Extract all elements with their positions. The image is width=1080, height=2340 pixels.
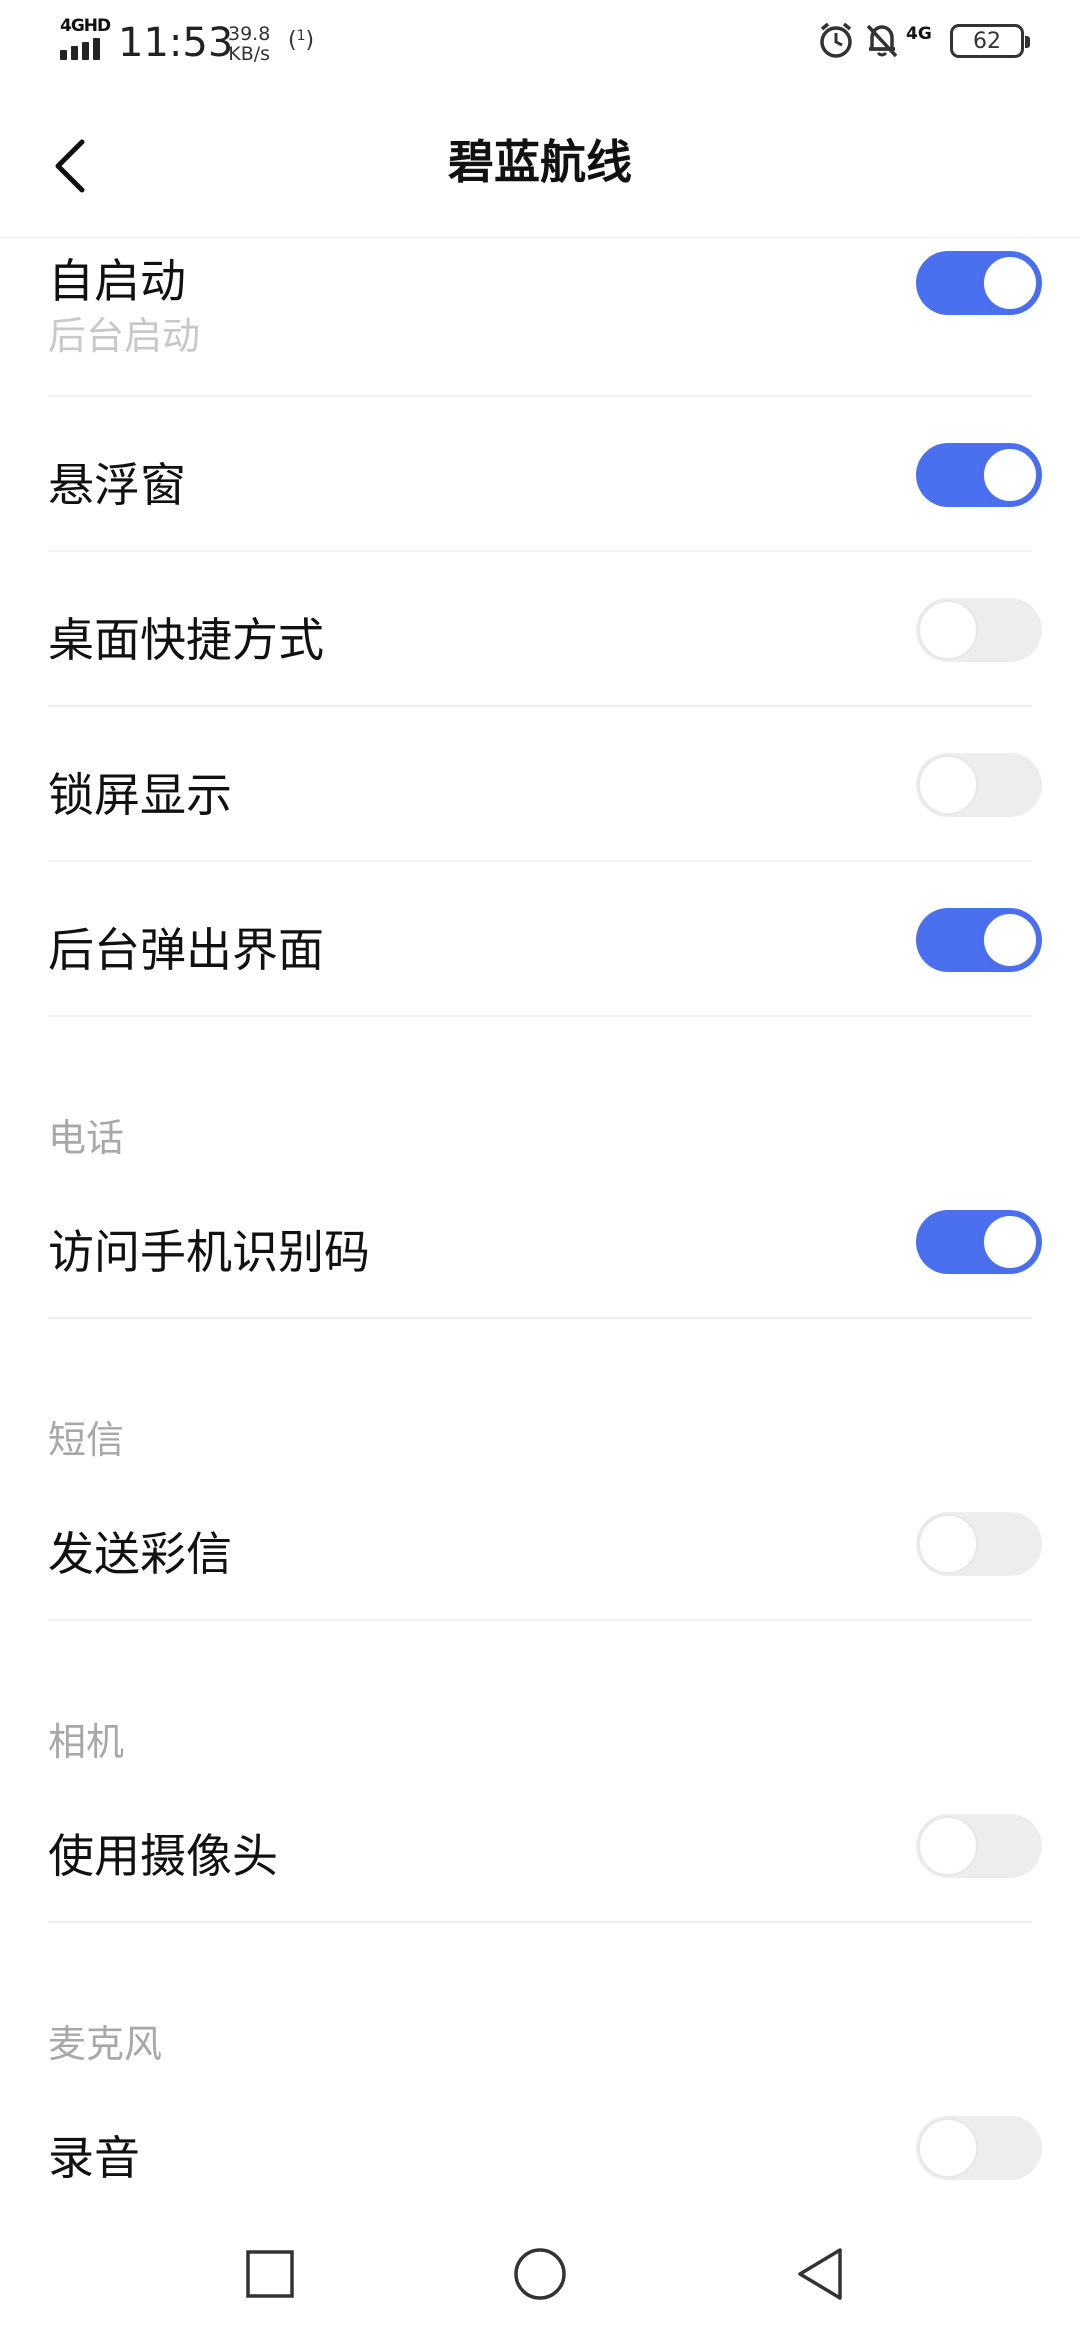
toggle-knob xyxy=(981,911,1039,969)
network-speed-unit: KB/s xyxy=(228,43,271,65)
row-floating-window: 悬浮窗 xyxy=(48,397,1042,552)
alarm-icon xyxy=(820,22,852,58)
section-sms: 短信 xyxy=(48,1319,1080,1466)
record-audio-toggle[interactable] xyxy=(916,2116,1042,2180)
auto-start-toggle[interactable] xyxy=(916,251,1042,315)
clock: 11:53 xyxy=(118,20,234,66)
section-title: 麦克风 xyxy=(48,2022,163,2066)
network-speed: 39.8 KB/s xyxy=(228,24,270,64)
send-mms-toggle[interactable] xyxy=(916,1512,1042,1576)
section-title: 相机 xyxy=(48,1720,125,1764)
toggle-knob xyxy=(919,2119,977,2177)
row-title: 使用摄像头 xyxy=(48,1829,278,1883)
toggle-knob xyxy=(919,756,977,814)
row-title: 后台弹出界面 xyxy=(48,923,324,977)
toggle-knob xyxy=(981,446,1039,504)
toggle-knob xyxy=(981,254,1039,312)
toggle-knob xyxy=(919,601,977,659)
toggle-knob xyxy=(919,1817,977,1875)
header: 碧蓝航线 xyxy=(0,84,1080,238)
row-title: 锁屏显示 xyxy=(48,768,232,822)
phone-id-toggle[interactable] xyxy=(916,1210,1042,1274)
permission-list: 自启动 后台启动 悬浮窗 桌面快捷方式 锁屏显示 后台弹出界面 电话 访问手机识… xyxy=(0,239,1080,2225)
section-title: 短信 xyxy=(48,1418,125,1462)
section-title: 电话 xyxy=(48,1116,125,1160)
lock-screen-display-toggle[interactable] xyxy=(916,753,1042,817)
home-button[interactable] xyxy=(510,2244,570,2304)
desktop-shortcut-toggle[interactable] xyxy=(916,598,1042,662)
row-title: 自启动 xyxy=(48,254,186,308)
section-camera: 相机 xyxy=(48,1621,1080,1768)
toggle-knob xyxy=(919,1515,977,1573)
battery-level: 62 xyxy=(973,28,1001,54)
row-title: 发送彩信 xyxy=(48,1527,232,1581)
row-title: 悬浮窗 xyxy=(48,458,186,512)
row-desktop-shortcut: 桌面快捷方式 xyxy=(48,552,1042,707)
floating-window-toggle[interactable] xyxy=(916,443,1042,507)
row-title: 桌面快捷方式 xyxy=(48,613,324,667)
battery-icon: 62 xyxy=(950,24,1030,58)
row-background-popup: 后台弹出界面 xyxy=(48,862,1042,1017)
row-title: 访问手机识别码 xyxy=(48,1225,370,1279)
recent-apps-button[interactable] xyxy=(240,2244,300,2304)
network-type-label: 4GHD xyxy=(60,16,111,36)
back-nav-button[interactable] xyxy=(790,2244,850,2304)
signal-indicator: 4GHD xyxy=(60,16,116,60)
status-left: 4GHD 11:53 39.8 KB/s (1) xyxy=(60,16,314,66)
status-right: 4G 62 xyxy=(816,20,1036,64)
network-speed-value: 39.8 xyxy=(228,23,271,45)
network-4g-label: 4G xyxy=(906,24,932,44)
row-send-mms: 发送彩信 xyxy=(48,1466,1042,1621)
mute-bell-icon xyxy=(866,24,898,58)
navigation-bar xyxy=(0,2200,1080,2340)
row-use-camera: 使用摄像头 xyxy=(48,1768,1042,1923)
row-auto-start: 自启动 后台启动 xyxy=(48,239,1042,397)
use-camera-toggle[interactable] xyxy=(916,1814,1042,1878)
section-phone: 电话 xyxy=(48,1017,1080,1164)
status-bar: 4GHD 11:53 39.8 KB/s (1) 4G 62 xyxy=(0,0,1080,84)
row-subtitle: 后台启动 xyxy=(48,314,201,358)
signal-icon xyxy=(60,38,100,60)
row-lock-screen-display: 锁屏显示 xyxy=(48,707,1042,862)
row-title: 录音 xyxy=(48,2131,140,2185)
hotspot-icon: (1) xyxy=(288,28,315,53)
section-microphone: 麦克风 xyxy=(48,1923,1080,2070)
row-phone-id: 访问手机识别码 xyxy=(48,1164,1042,1319)
toggle-knob xyxy=(981,1213,1039,1271)
page-title: 碧蓝航线 xyxy=(448,135,632,189)
hotspot-count: 1 xyxy=(296,28,306,44)
background-popup-toggle[interactable] xyxy=(916,908,1042,972)
